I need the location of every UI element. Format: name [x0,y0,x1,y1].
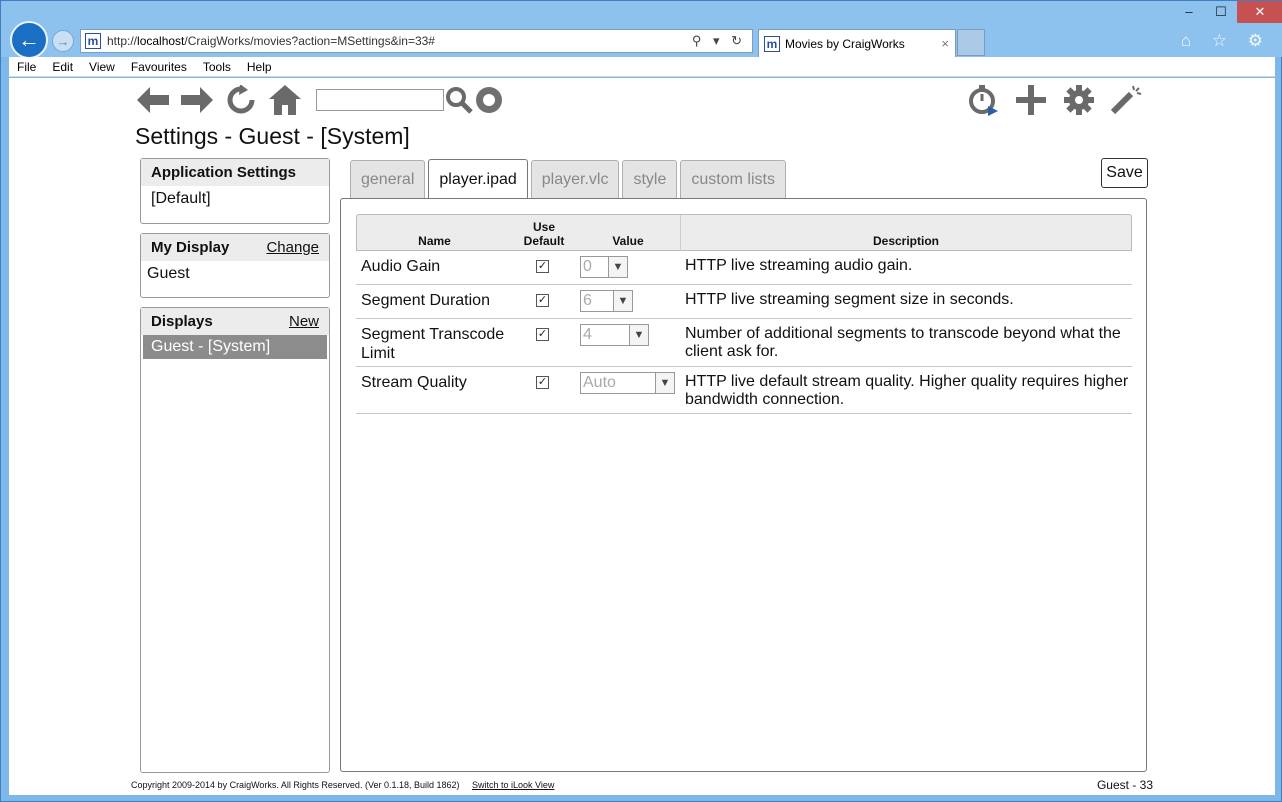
menu-edit[interactable]: Edit [44,60,81,74]
minimize-button[interactable]: – [1173,1,1205,23]
settings-table: Name Use Default Value Description Audio… [356,214,1132,414]
chevron-down-icon: ▼ [629,325,648,345]
window-controls: – ☐ ✕ [1173,1,1282,25]
tab-style[interactable]: style [622,160,678,199]
application-settings-value[interactable]: [Default] [141,186,329,212]
table-row: Audio Gain ✓ 0 ▼ HTTP live streaming audi… [356,251,1132,285]
row-name: Audio Gain [361,258,441,275]
tab-title: Movies by CraigWorks [785,36,905,51]
page-title: Settings - Guest - [System] [135,123,410,149]
menu-help[interactable]: Help [239,60,280,74]
menu-view[interactable]: View [81,60,123,74]
gear-icon[interactable] [1055,84,1103,116]
status-text: Guest - 33 [1096,778,1153,792]
address-search-refresh-icons[interactable]: ⚲ ▾ ↻ [692,33,746,49]
tab-player-ipad[interactable]: player.ipad [428,159,528,200]
add-icon[interactable] [1007,84,1055,116]
col-name: Name [418,234,451,248]
copyright-text: Copyright 2009-2014 by CraigWorks. All R… [131,780,460,790]
browser-tab[interactable]: m Movies by CraigWorks × [758,29,956,57]
clear-search-icon[interactable] [474,85,504,115]
address-bar[interactable]: m http://localhost/CraigWorks/movies?act… [80,29,753,53]
row-description: Number of additional segments to transco… [685,325,1121,360]
value-select[interactable]: 0 ▼ [580,256,628,278]
url-host: localhost [137,34,185,48]
tab-favicon-icon: m [764,35,780,52]
use-default-checkbox[interactable]: ✓ [536,376,549,389]
row-name: Segment Duration [361,292,490,309]
switch-view-link[interactable]: Switch to iLook View [472,780,554,790]
back-arrow-icon[interactable] [131,84,175,116]
back-arrow-icon: ← [18,27,40,52]
browser-home-favorites-tools-icons[interactable]: ⌂ ☆ ⚙ [1181,31,1271,51]
menu-bar: File Edit View Favourites Tools Help [9,57,1275,77]
row-description: HTTP live streaming audio gain. [685,257,913,274]
chevron-down-icon: ▼ [655,373,674,393]
row-name: Stream Quality [361,374,467,391]
menu-tools[interactable]: Tools [195,60,239,74]
application-settings-panel: Application Settings [Default] [140,158,330,224]
site-favicon-icon: m [85,33,101,49]
browser-chrome: ← → m http://localhost/CraigWorks/movies… [1,1,1282,59]
value-select[interactable]: 6 ▼ [580,290,633,312]
search-input[interactable] [316,89,444,111]
search-icon[interactable] [444,85,474,115]
value-select[interactable]: 4 ▼ [580,324,649,346]
row-description: HTTP live streaming segment size in seco… [685,291,1014,308]
browser-back-button[interactable]: ← [10,21,48,59]
displays-heading: Displays New [141,308,329,335]
use-default-checkbox[interactable]: ✓ [536,328,549,341]
tab-general[interactable]: general [350,160,426,199]
tab-close-icon[interactable]: × [941,36,949,51]
forward-arrow-icon[interactable] [175,84,219,116]
new-tab-button[interactable] [957,29,985,56]
footer: Copyright 2009-2014 by CraigWorks. All R… [131,780,554,790]
col-value: Value [612,234,644,248]
my-display-value: Guest [147,265,190,282]
magic-wand-icon[interactable] [1103,84,1151,116]
url-path: /CraigWorks/movies?action=MSettings&in=3… [184,34,435,48]
menu-file[interactable]: File [9,60,44,74]
table-row: Segment Duration ✓ 6 ▼ HTTP live streamin… [356,285,1132,319]
chevron-down-icon: ▼ [613,291,632,311]
browser-forward-button[interactable]: → [52,30,74,52]
timer-icon[interactable] [959,84,1007,116]
use-default-checkbox[interactable]: ✓ [536,294,549,307]
home-icon[interactable] [263,84,307,116]
my-display-panel: My Display Change Guest [140,233,330,298]
displays-panel: Displays New Guest - [System] [140,307,330,773]
tab-player-vlc[interactable]: player.vlc [530,160,620,199]
new-display-link[interactable]: New [289,313,319,330]
row-description: HTTP live default stream quality. Higher… [685,373,1129,408]
col-use-default-line2: Default [523,234,565,248]
col-use-default-line1: Use [532,220,555,234]
maximize-button[interactable]: ☐ [1205,1,1237,23]
page-content: Settings - Guest - [System] Application … [9,78,1275,795]
tab-custom-lists[interactable]: custom lists [680,160,786,199]
table-row: Stream Quality ✓ Auto ▼ HTTP live default… [356,367,1132,414]
change-display-link[interactable]: Change [266,239,319,256]
tab-panel: Name Use Default Value Description Audio… [340,198,1147,772]
forward-arrow-icon: → [56,33,70,49]
value-select[interactable]: Auto ▼ [580,372,675,394]
close-window-button[interactable]: ✕ [1237,1,1282,23]
menu-favourites[interactable]: Favourites [123,60,195,74]
col-description: Description [680,215,1131,251]
application-settings-heading: Application Settings [141,159,329,186]
display-item-selected[interactable]: Guest - [System] [143,335,327,359]
refresh-icon[interactable] [219,84,263,116]
browser-window: ← → m http://localhost/CraigWorks/movies… [0,0,1282,802]
table-header: Name Use Default Value Description [356,214,1132,251]
app-toolbar-left [131,84,504,116]
save-button[interactable]: Save [1101,158,1148,188]
app-toolbar-right [959,84,1151,116]
use-default-checkbox[interactable]: ✓ [536,260,549,273]
table-row: Segment Transcode Limit ✓ 4 ▼ Number of a… [356,319,1132,367]
url-prefix: http:// [107,34,138,48]
chevron-down-icon: ▼ [608,257,627,277]
my-display-heading: My Display Change [141,234,329,261]
row-name: Segment Transcode Limit [361,326,505,362]
settings-tabs: general player.ipad player.vlc style cus… [350,158,789,200]
